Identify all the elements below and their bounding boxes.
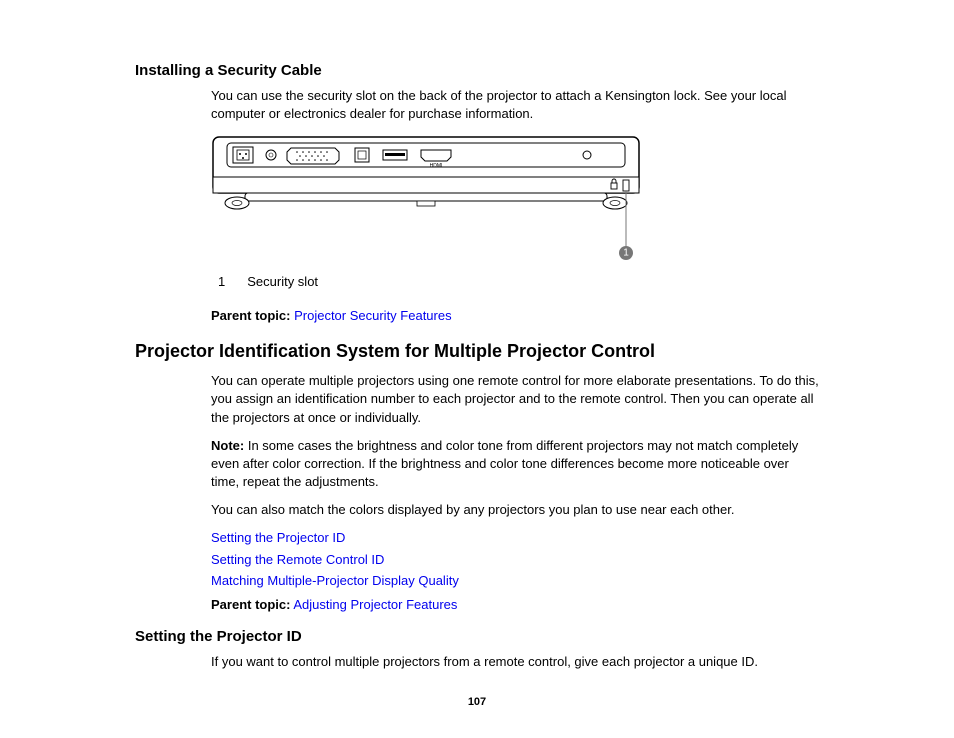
heading-projector-identification-system: Projector Identification System for Mult… xyxy=(135,339,819,364)
section2-note: Note: In some cases the brightness and c… xyxy=(211,437,819,492)
note-label: Note: xyxy=(211,438,244,453)
link-projector-security-features[interactable]: Projector Security Features xyxy=(294,308,452,323)
heading-setting-projector-id: Setting the Projector ID xyxy=(135,626,819,647)
section3-paragraph-1: If you want to control multiple projecto… xyxy=(211,653,819,671)
legend-text: Security slot xyxy=(247,273,340,291)
heading-installing-security-cable: Installing a Security Cable xyxy=(135,60,819,81)
intro-paragraph: You can use the security slot on the bac… xyxy=(211,87,819,123)
callout-number: 1 xyxy=(623,248,629,259)
section2-paragraph-3: You can also match the colors displayed … xyxy=(211,501,819,519)
legend-number: 1 xyxy=(218,273,247,291)
svg-text:HDMI: HDMI xyxy=(430,163,443,169)
section2-paragraph-1: You can operate multiple projectors usin… xyxy=(211,372,819,427)
projector-rear-diagram: HDMI 1 xyxy=(211,133,819,266)
link-adjusting-projector-features[interactable]: Adjusting Projector Features xyxy=(293,597,457,612)
diagram-legend: 1 Security slot xyxy=(218,273,340,291)
related-links-list: Setting the Projector ID Setting the Rem… xyxy=(211,529,819,590)
link-setting-remote-control-id[interactable]: Setting the Remote Control ID xyxy=(211,551,819,569)
parent-topic-row-2: Parent topic: Adjusting Projector Featur… xyxy=(211,596,819,614)
parent-topic-row: Parent topic: Projector Security Feature… xyxy=(211,307,819,325)
page-number: 107 xyxy=(0,695,954,710)
note-body: In some cases the brightness and color t… xyxy=(211,438,798,489)
link-setting-projector-id[interactable]: Setting the Projector ID xyxy=(211,529,819,547)
parent-topic-label-2: Parent topic: xyxy=(211,597,290,612)
link-matching-multiple-projector-display-quality[interactable]: Matching Multiple-Projector Display Qual… xyxy=(211,572,819,590)
parent-topic-label: Parent topic: xyxy=(211,308,290,323)
